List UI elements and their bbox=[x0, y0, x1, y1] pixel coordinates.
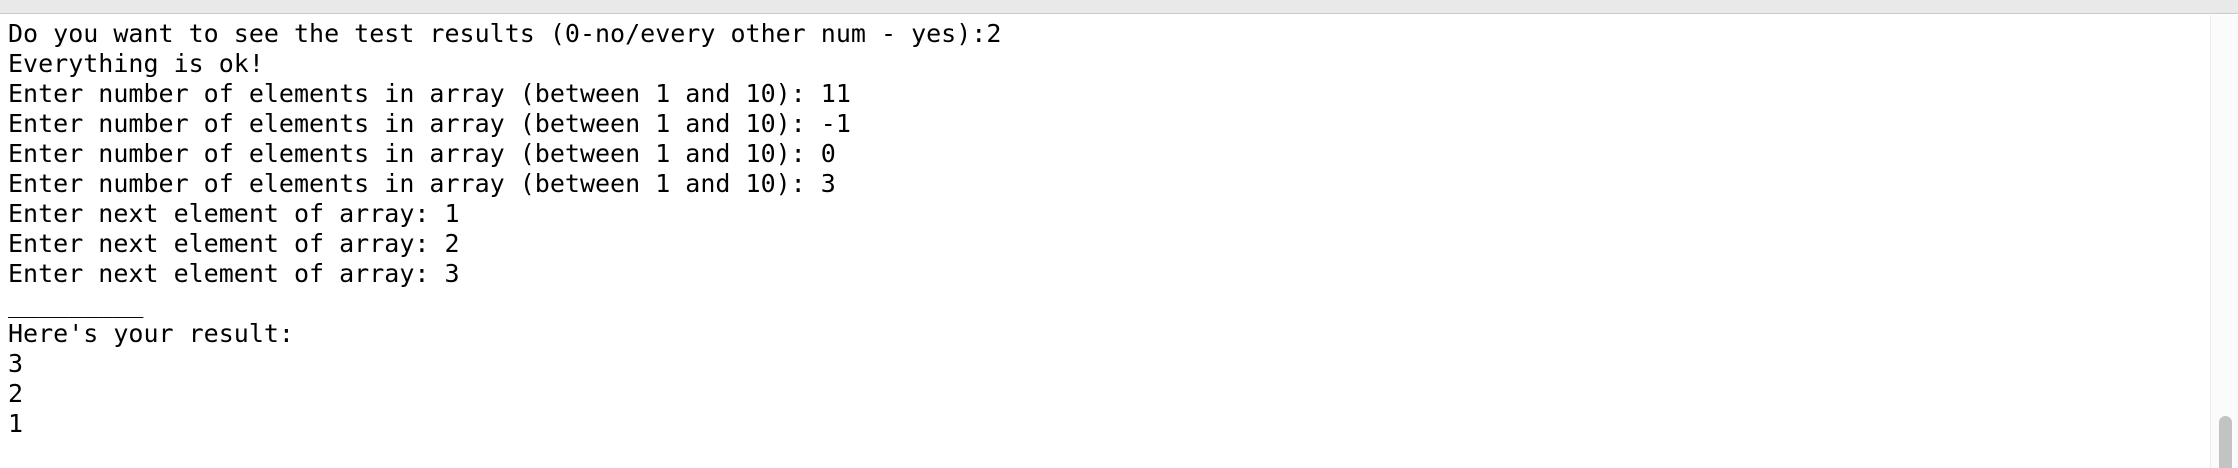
console-line-count-input: Enter number of elements in array (betwe… bbox=[8, 139, 836, 168]
scrollbar-thumb[interactable] bbox=[2219, 416, 2232, 468]
console-line-count-input: Enter number of elements in array (betwe… bbox=[8, 109, 851, 138]
console-output[interactable]: Do you want to see the test results (0-n… bbox=[0, 15, 2238, 468]
console-line-result-header: Here's your result: bbox=[8, 319, 294, 348]
console-line-result-value: 3 bbox=[8, 349, 24, 378]
console-line-status: Everything is ok! bbox=[8, 49, 264, 78]
vertical-scrollbar[interactable] bbox=[2210, 15, 2238, 468]
console-line-result-value: 2 bbox=[8, 379, 24, 408]
console-line-element-input: Enter next element of array: 2 bbox=[8, 229, 460, 258]
window-top-edge bbox=[0, 0, 2238, 14]
console-line-element-input: Enter next element of array: 1 bbox=[8, 199, 460, 228]
console-line-result-value: 1 bbox=[8, 409, 24, 438]
console-line-prompt-test-results: Do you want to see the test results (0-n… bbox=[8, 19, 1002, 48]
console-line-element-input: Enter next element of array: 3 bbox=[8, 259, 460, 288]
console-line-count-input: Enter number of elements in array (betwe… bbox=[8, 169, 836, 198]
console-line-separator: _________ bbox=[8, 289, 144, 318]
terminal-window: Do you want to see the test results (0-n… bbox=[0, 0, 2238, 468]
console-line-count-input: Enter number of elements in array (betwe… bbox=[8, 79, 851, 108]
